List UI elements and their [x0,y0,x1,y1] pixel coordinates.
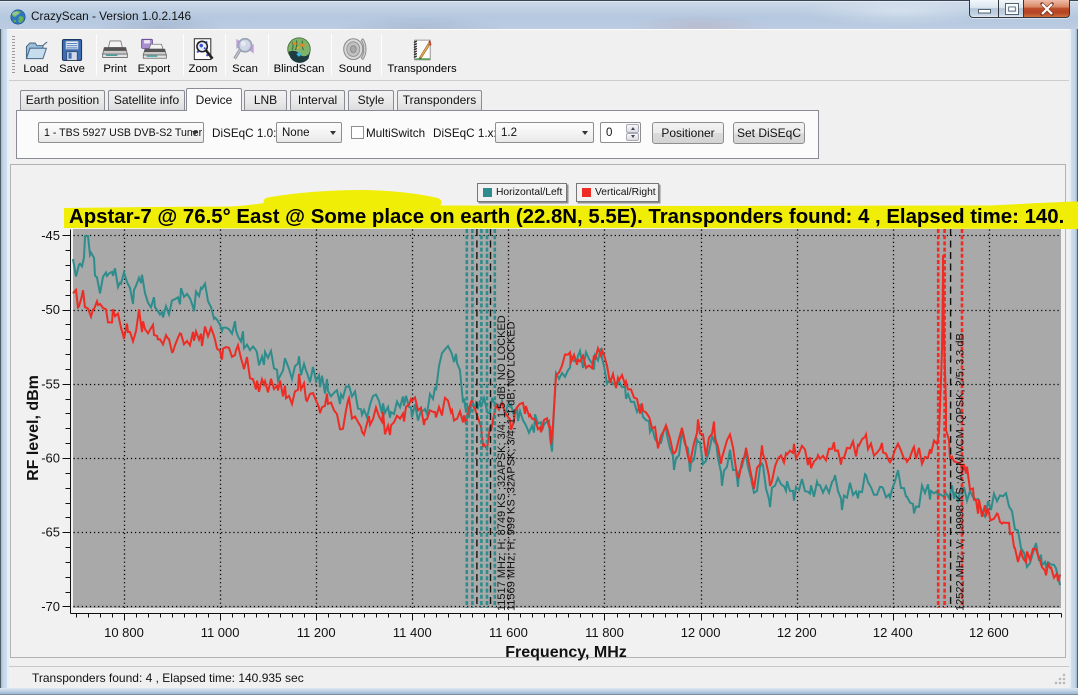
svg-text:Apstar-7 @ 76.5° East @ Some p: Apstar-7 @ 76.5° East @ Some place on ea… [69,206,1064,228]
